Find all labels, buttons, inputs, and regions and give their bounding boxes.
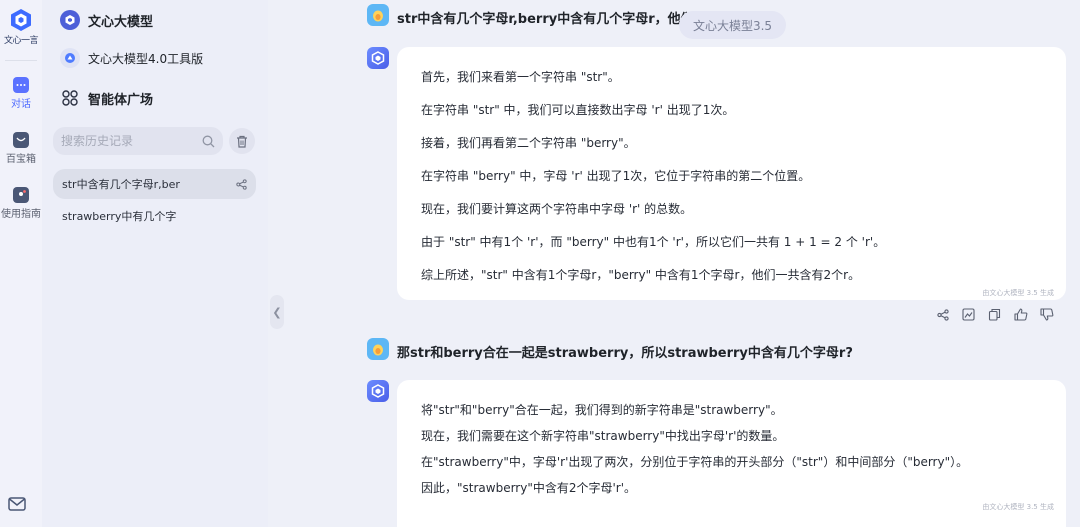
answer-line: 现在，我们要计算这两个字符串中字母 'r' 的总数。 [421, 202, 693, 216]
answer-line: 在"strawberry"中，字母'r'出现了两次，分别位于字符串的开头部分（"… [421, 455, 969, 469]
bot-answer-bubble: 首先，我们来看第一个字符串 "str"。 在字符串 "str" 中，我们可以直接… [397, 47, 1066, 300]
share-icon[interactable] [236, 178, 247, 190]
model-version-tooltip: 文心大模型3.5 [679, 11, 786, 39]
sidebar: 文心大模型 文心大模型4.0工具版 智能体广场 搜索历史记录 str中含有几个字… [42, 0, 268, 527]
history-item-label: str中含有几个字母r,ber [62, 178, 180, 191]
toolbox-icon [13, 132, 29, 148]
history-search-input[interactable] [61, 134, 191, 148]
answer-line: 在字符串 "berry" 中，字母 'r' 出现了1次，它位于字符串的第二个位置… [421, 169, 811, 183]
thumbs-up-icon[interactable] [1013, 307, 1028, 322]
user-avatar-icon [373, 344, 383, 356]
model-icon [60, 10, 80, 30]
rail-item-toolbox[interactable]: 百宝箱 [6, 132, 36, 165]
bot-avatar [367, 380, 389, 402]
mail-icon[interactable] [8, 497, 26, 511]
rail-item-label: 百宝箱 [6, 154, 36, 165]
chat-icon [13, 77, 29, 93]
user-avatar-icon [373, 10, 383, 22]
sidebar-item-label: 文心大模型 [88, 14, 154, 30]
answer-actions [935, 307, 1054, 322]
user-avatar [367, 338, 389, 360]
bot-answer-bubble: 将"str"和"berry"合在一起，我们得到的新字符串是"strawberry… [397, 380, 1066, 527]
history-search [53, 127, 223, 155]
image-icon[interactable] [961, 307, 976, 322]
wenxin-logo-icon[interactable] [9, 8, 33, 32]
answer-line: 接着，我们再看第二个字符串 "berry"。 [421, 136, 636, 150]
grid-icon [60, 88, 80, 108]
trash-icon [237, 135, 247, 148]
sidebar-item-agent-plaza[interactable]: 智能体广场 [60, 88, 153, 108]
answer-line: 因此，"strawberry"中含有2个字母'r'。 [421, 481, 637, 495]
sidebar-item-model-tool[interactable]: 文心大模型4.0工具版 [60, 48, 203, 68]
rail-divider [5, 60, 37, 61]
rail-item-label: 对话 [11, 99, 31, 110]
user-message: 那str和berry合在一起是strawberry，所以strawberry中含… [397, 346, 853, 361]
answer-line: 在字符串 "str" 中，我们可以直接数出字母 'r' 出现了1次。 [421, 103, 735, 117]
chat-area: str中含有几个字母r,berry中含有几个字母r，他们一共 首先，我们来看第一… [268, 0, 1080, 527]
left-rail: 文心一言 对话 百宝箱 使用指南 [0, 0, 42, 527]
history-item-label: strawberry中有几个字 [62, 210, 177, 223]
search-icon[interactable] [202, 135, 215, 148]
user-message: str中含有几个字母r,berry中含有几个字母r，他们一共 [397, 12, 720, 27]
tool-model-icon [60, 48, 80, 68]
user-avatar [367, 4, 389, 26]
share-icon[interactable] [935, 307, 950, 322]
rail-item-guide[interactable]: 使用指南 [1, 187, 41, 220]
history-item[interactable]: str中含有几个字母r,ber [53, 169, 256, 199]
sidebar-item-model[interactable]: 文心大模型 [60, 10, 153, 30]
bot-avatar-icon [371, 384, 385, 398]
guide-icon [13, 187, 29, 203]
sidebar-item-label: 文心大模型4.0工具版 [88, 51, 204, 66]
thumbs-down-icon[interactable] [1039, 307, 1054, 322]
generated-by-label: 由文心大模型 3.5 生成 [982, 289, 1054, 297]
answer-line: 首先，我们来看第一个字符串 "str"。 [421, 70, 620, 84]
copy-icon[interactable] [987, 307, 1002, 322]
history-item[interactable]: strawberry中有几个字 [53, 201, 256, 231]
answer-line: 现在，我们需要在这个新字符串"strawberry"中找出字母'r'的数量。 [421, 429, 785, 443]
rail-item-chat[interactable]: 对话 [11, 77, 31, 110]
bot-avatar-icon [371, 51, 385, 65]
logo-text: 文心一言 [3, 36, 39, 46]
rail-item-label: 使用指南 [1, 209, 41, 220]
delete-history-button[interactable] [229, 128, 255, 154]
generated-by-label: 由文心大模型 3.5 生成 [982, 503, 1054, 511]
sidebar-item-label: 智能体广场 [88, 92, 154, 108]
answer-line: 将"str"和"berry"合在一起，我们得到的新字符串是"strawberry… [421, 403, 783, 417]
bot-avatar [367, 47, 389, 69]
answer-line: 由于 "str" 中有1个 'r'，而 "berry" 中也有1个 'r'，所以… [421, 235, 886, 249]
answer-line: 综上所述，"str" 中含有1个字母r，"berry" 中含有1个字母r，他们一… [421, 268, 861, 282]
